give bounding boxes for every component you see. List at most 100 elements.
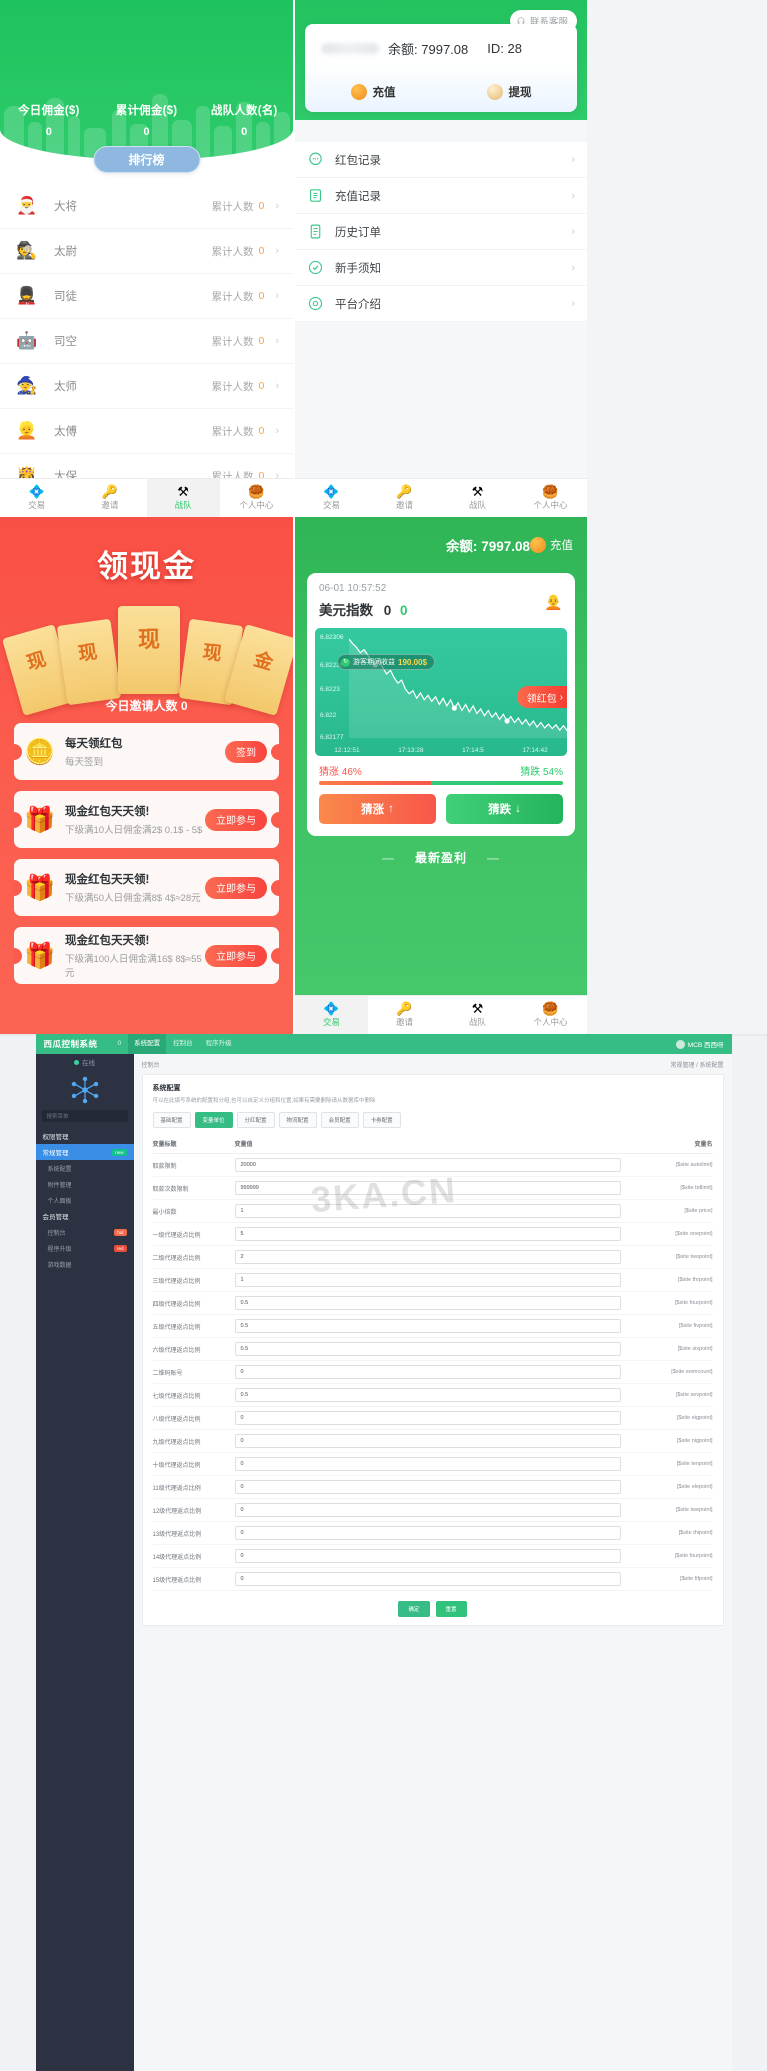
config-table: 取款限制 20000 [$site autolimit] 取款次数限制 999999 [$… bbox=[152, 1154, 713, 1591]
recharge-button[interactable]: 充值 bbox=[530, 537, 573, 553]
list-item[interactable]: 🕵 太尉 累计人数 0 › bbox=[0, 229, 293, 274]
profile-icon: 🥮 bbox=[542, 484, 559, 499]
menu-item-redpacket-records[interactable]: 红包记录 › bbox=[295, 142, 587, 178]
list-item[interactable]: 💂 司徒 累计人数 0 › bbox=[0, 274, 293, 319]
config-value-input[interactable]: 0.5 bbox=[234, 1319, 621, 1333]
count-label: 累计人数 bbox=[211, 425, 254, 438]
config-value-input[interactable]: 5 bbox=[234, 1227, 621, 1241]
top-tab-console[interactable]: 控制台 bbox=[167, 1034, 199, 1054]
config-value-input[interactable]: 999999 bbox=[234, 1181, 621, 1195]
config-variable-name: [$site fourpoint] bbox=[674, 1300, 713, 1306]
menu-item-recharge-records[interactable]: 充值记录 › bbox=[295, 178, 587, 214]
top-tab-0[interactable]: 0 bbox=[112, 1034, 128, 1054]
tab-invite[interactable]: 🔑 邀请 bbox=[73, 479, 146, 517]
config-value-input[interactable]: 0 bbox=[234, 1480, 621, 1494]
tab-team[interactable]: ⚒ 战队 bbox=[441, 479, 514, 517]
config-value-input[interactable]: 0 bbox=[234, 1434, 621, 1448]
sidebar-search-input[interactable]: 搜索菜单 bbox=[41, 1110, 128, 1122]
tab-invite[interactable]: 🔑 邀请 bbox=[368, 996, 441, 1034]
chevron-right-icon: › bbox=[275, 200, 279, 212]
sidebar-item-system-config[interactable]: 系统配置 bbox=[36, 1160, 134, 1176]
tab-trade[interactable]: 💠 交易 bbox=[295, 996, 368, 1034]
sidebar-item-personal[interactable]: 个人面板 bbox=[36, 1192, 134, 1208]
admin-user-menu[interactable]: MCB 西西呀 bbox=[675, 1039, 724, 1049]
signin-button[interactable]: 签到 bbox=[225, 740, 267, 763]
chip-member[interactable]: 会员配置 bbox=[320, 1112, 359, 1128]
config-value-input[interactable]: 0 bbox=[234, 1457, 621, 1471]
sidebar-item-permissions[interactable]: 权限管理 bbox=[36, 1128, 134, 1144]
guess-down-button[interactable]: 猜跌 ↓ bbox=[446, 794, 563, 824]
menu-item-platform-intro[interactable]: 平台介绍 › bbox=[295, 286, 587, 322]
recharge-button[interactable]: 充值 bbox=[305, 72, 441, 112]
withdraw-button[interactable]: 提现 bbox=[441, 72, 577, 112]
config-value-input[interactable]: 0 bbox=[234, 1572, 621, 1586]
tab-profile[interactable]: 🥮 个人中心 bbox=[514, 479, 587, 517]
list-item[interactable]: 🎁 现金红包天天领! 下级满100人日佣金满16$ 8$≈55元 立即参与 bbox=[14, 927, 279, 984]
config-value-input[interactable]: 0.5 bbox=[234, 1388, 621, 1402]
config-value-input[interactable]: 0.5 bbox=[234, 1296, 621, 1310]
card-title: 系统配置 bbox=[152, 1085, 181, 1092]
table-row: 11级代理返点比例 0 [$site elepoint] bbox=[152, 1476, 713, 1499]
stat-label: 累计佣金($) bbox=[115, 105, 178, 117]
list-item[interactable]: 🤖 司空 累计人数 0 › bbox=[0, 319, 293, 364]
tab-invite[interactable]: 🔑 邀请 bbox=[368, 479, 441, 517]
config-value-input[interactable]: 0.5 bbox=[234, 1342, 621, 1356]
avatar bbox=[675, 1039, 685, 1049]
config-value-input[interactable]: 20000 bbox=[234, 1158, 621, 1172]
tab-team[interactable]: ⚒ 战队 bbox=[146, 479, 220, 517]
join-button[interactable]: 立即参与 bbox=[205, 876, 267, 899]
trade-icon: 💠 bbox=[28, 484, 45, 499]
balance-text: 余额: 7997.08 bbox=[446, 535, 530, 555]
menu-item-beginner-notice[interactable]: 新手须知 › bbox=[295, 250, 587, 286]
sidebar-item-general[interactable]: 常规管理 new bbox=[35, 1144, 134, 1160]
tab-trade[interactable]: 💠 交易 bbox=[295, 479, 368, 517]
config-value-input[interactable]: 1 bbox=[234, 1273, 621, 1287]
config-value-input[interactable]: 0 bbox=[234, 1411, 621, 1425]
admin-top-tabs: 0 系统配置 控制台 程序升级 bbox=[112, 1034, 238, 1054]
chip-basic[interactable]: 基础配置 bbox=[152, 1112, 191, 1128]
config-value-input[interactable]: 0 bbox=[234, 1549, 621, 1563]
config-value-input[interactable]: 0 bbox=[234, 1526, 621, 1540]
sidebar-item-console[interactable]: 控制台 hot bbox=[36, 1224, 134, 1240]
tab-team[interactable]: ⚒ 战队 bbox=[441, 996, 514, 1034]
config-value-input[interactable]: 0 bbox=[234, 1365, 621, 1379]
list-item[interactable]: 👱 太傅 累计人数 0 › bbox=[0, 409, 293, 454]
join-button[interactable]: 立即参与 bbox=[205, 808, 267, 831]
tab-profile[interactable]: 🥮 个人中心 bbox=[514, 996, 587, 1034]
table-row: 15级代理返点比例 0 [$site fifpoint] bbox=[152, 1568, 713, 1591]
config-value-input[interactable]: 0 bbox=[234, 1503, 621, 1517]
submit-button[interactable]: 确定 bbox=[398, 1601, 430, 1617]
guess-up-button[interactable]: 猜涨 ↑ bbox=[319, 794, 436, 824]
team-icon: ⚒ bbox=[471, 484, 484, 499]
sidebar-item-game-data[interactable]: 游戏数据 bbox=[36, 1256, 134, 1272]
stat-value: 0 bbox=[143, 126, 150, 138]
chip-logistics[interactable]: 物流配置 bbox=[278, 1112, 317, 1128]
join-button[interactable]: 立即参与 bbox=[205, 944, 267, 967]
list-item[interactable]: 🧙 太师 累计人数 0 › bbox=[0, 364, 293, 409]
redpacket-float-button[interactable]: 领红包 › bbox=[516, 686, 567, 708]
chip-dividend[interactable]: 分红配置 bbox=[236, 1112, 275, 1128]
list-item[interactable]: 🪙 每天领红包 每天签到 签到 bbox=[14, 723, 279, 780]
list-item[interactable]: 🎁 现金红包天天领! 下级满10人日佣金满2$ 0.1$ - 5$ 立即参与 bbox=[14, 791, 279, 848]
tab-profile[interactable]: 🥮 个人中心 bbox=[220, 479, 293, 517]
list-item[interactable]: 🎁 现金红包天天领! 下级满50人日佣金满8$ 4$≈28元 立即参与 bbox=[14, 859, 279, 916]
chip-coupon[interactable]: 卡券配置 bbox=[362, 1112, 401, 1128]
ticket-icon: 现 bbox=[56, 618, 122, 706]
config-value-input[interactable]: 1 bbox=[234, 1204, 621, 1218]
config-value-input[interactable]: 2 bbox=[234, 1250, 621, 1264]
table-row: 四级代理返点比例 0.5 [$site fourpoint] bbox=[152, 1292, 713, 1315]
tab-trade[interactable]: 💠 交易 bbox=[0, 479, 73, 517]
sidebar-item-members[interactable]: 会员管理 bbox=[36, 1208, 134, 1224]
screenshot-stage: 今日佣金($) 0 累计佣金($) 0 战队人数(名) 0 排行榜 🎅 大将 累 bbox=[0, 0, 767, 2071]
chip-variable-unit[interactable]: 变量单位 bbox=[194, 1112, 233, 1128]
sidebar-item-upgrade[interactable]: 程序升级 red bbox=[36, 1240, 134, 1256]
sidebar-item-attachments[interactable]: 附件管理 bbox=[36, 1176, 134, 1192]
config-variable-name: [$site twepoint] bbox=[675, 1507, 713, 1513]
reset-button[interactable]: 重置 bbox=[435, 1601, 467, 1617]
list-item[interactable]: 🎅 大将 累计人数 0 › bbox=[0, 184, 293, 229]
admin-panel: 西瓜控制系统 0 系统配置 控制台 程序升级 MCB 西西呀 在线 搜索菜单 权… bbox=[0, 1034, 767, 2071]
leaderboard-button[interactable]: 排行榜 bbox=[93, 146, 200, 173]
menu-item-history-orders[interactable]: 历史订单 › bbox=[295, 214, 587, 250]
top-tab-system-config[interactable]: 系统配置 bbox=[128, 1034, 167, 1054]
top-tab-upgrade[interactable]: 程序升级 bbox=[200, 1034, 238, 1054]
